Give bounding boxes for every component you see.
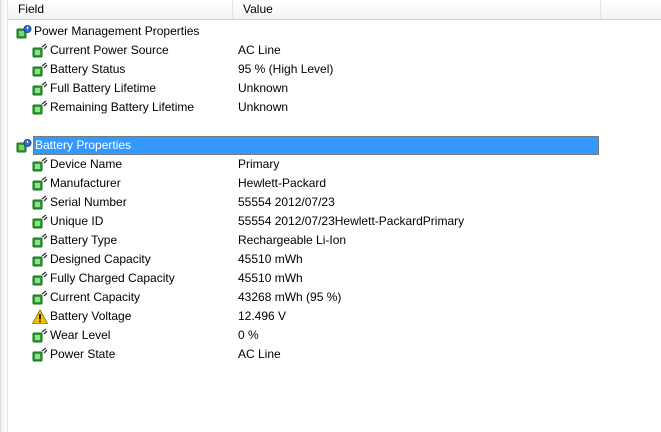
- battery-green-icon: [32, 81, 48, 96]
- column-header: Field Value: [8, 0, 661, 20]
- group-row-battery-properties[interactable]: Battery Properties: [8, 136, 661, 155]
- column-header-field[interactable]: Field: [8, 0, 233, 19]
- list-item[interactable]: Battery Voltage 12.496 V: [8, 307, 661, 326]
- field-label: Manufacturer: [50, 176, 121, 190]
- battery-green-icon: [32, 271, 48, 286]
- field-value: Hewlett-Packard: [238, 176, 327, 190]
- field-value: 43268 mWh (95 %): [238, 290, 342, 304]
- battery-green-icon: [32, 252, 48, 267]
- power-management-icon: [16, 139, 32, 153]
- list-item[interactable]: Designed Capacity 45510 mWh: [8, 250, 661, 269]
- field-label: Full Battery Lifetime: [50, 81, 157, 95]
- field-value: Unknown: [238, 100, 289, 114]
- list-item[interactable]: Wear Level 0 %: [8, 326, 661, 345]
- field-label: Unique ID: [50, 214, 104, 228]
- list-item[interactable]: Device Name Primary: [8, 155, 661, 174]
- field-value: 12.496 V: [238, 309, 287, 323]
- field-value: 45510 mWh: [238, 252, 303, 266]
- battery-green-icon: [32, 195, 48, 210]
- field-label: Current Capacity: [50, 290, 141, 304]
- list-item[interactable]: Current Power Source AC Line: [8, 41, 661, 60]
- list-item[interactable]: Power State AC Line: [8, 345, 661, 364]
- field-label: Wear Level: [50, 328, 111, 342]
- list-item[interactable]: Battery Status 95 % (High Level): [8, 60, 661, 79]
- group-title: Battery Properties: [33, 136, 599, 155]
- field-value: Unknown: [238, 81, 289, 95]
- warning-icon: [32, 309, 48, 324]
- field-value: 95 % (High Level): [238, 62, 334, 76]
- list-item[interactable]: Battery Type Rechargeable Li-Ion: [8, 231, 661, 250]
- field-value: 0 %: [238, 328, 259, 342]
- list-item[interactable]: Fully Charged Capacity 45510 mWh: [8, 269, 661, 288]
- list-item[interactable]: Serial Number 55554 2012/07/23: [8, 193, 661, 212]
- field-value: Primary: [238, 157, 280, 171]
- battery-green-icon: [32, 100, 48, 115]
- field-value: 55554 2012/07/23Hewlett-PackardPrimary: [238, 214, 465, 228]
- field-label: Battery Type: [50, 233, 118, 247]
- battery-green-icon: [32, 290, 48, 305]
- power-management-icon: [16, 25, 32, 39]
- left-panel-border: [0, 0, 8, 432]
- battery-green-icon: [32, 176, 48, 191]
- field-label: Fully Charged Capacity: [50, 271, 175, 285]
- field-value: AC Line: [238, 347, 281, 361]
- field-label: Serial Number: [50, 195, 127, 209]
- field-value: Rechargeable Li-Ion: [238, 233, 347, 247]
- list-item[interactable]: Full Battery Lifetime Unknown: [8, 79, 661, 98]
- list-item[interactable]: Current Capacity 43268 mWh (95 %): [8, 288, 661, 307]
- field-value: AC Line: [238, 43, 281, 57]
- battery-green-icon: [32, 347, 48, 362]
- list-item[interactable]: Unique ID 55554 2012/07/23Hewlett-Packar…: [8, 212, 661, 231]
- battery-green-icon: [32, 43, 48, 58]
- field-label: Device Name: [50, 157, 123, 171]
- field-value: 55554 2012/07/23: [238, 195, 335, 209]
- field-value: 45510 mWh: [238, 271, 303, 285]
- field-label: Designed Capacity: [50, 252, 151, 266]
- column-header-value[interactable]: Value: [233, 0, 601, 19]
- group-row-power-management[interactable]: Power Management Properties: [8, 22, 661, 41]
- battery-green-icon: [32, 214, 48, 229]
- field-label: Battery Status: [50, 62, 126, 76]
- battery-green-icon: [32, 328, 48, 343]
- field-label: Current Power Source: [50, 43, 169, 57]
- battery-green-icon: [32, 62, 48, 77]
- field-label: Battery Voltage: [50, 309, 132, 323]
- field-label: Remaining Battery Lifetime: [50, 100, 195, 114]
- properties-list: Power Management Properties Current Powe…: [8, 22, 661, 364]
- battery-green-icon: [32, 157, 48, 172]
- list-item[interactable]: Manufacturer Hewlett-Packard: [8, 174, 661, 193]
- battery-green-icon: [32, 233, 48, 248]
- list-item[interactable]: Remaining Battery Lifetime Unknown: [8, 98, 661, 117]
- group-title: Power Management Properties: [34, 24, 200, 38]
- field-label: Power State: [50, 347, 116, 361]
